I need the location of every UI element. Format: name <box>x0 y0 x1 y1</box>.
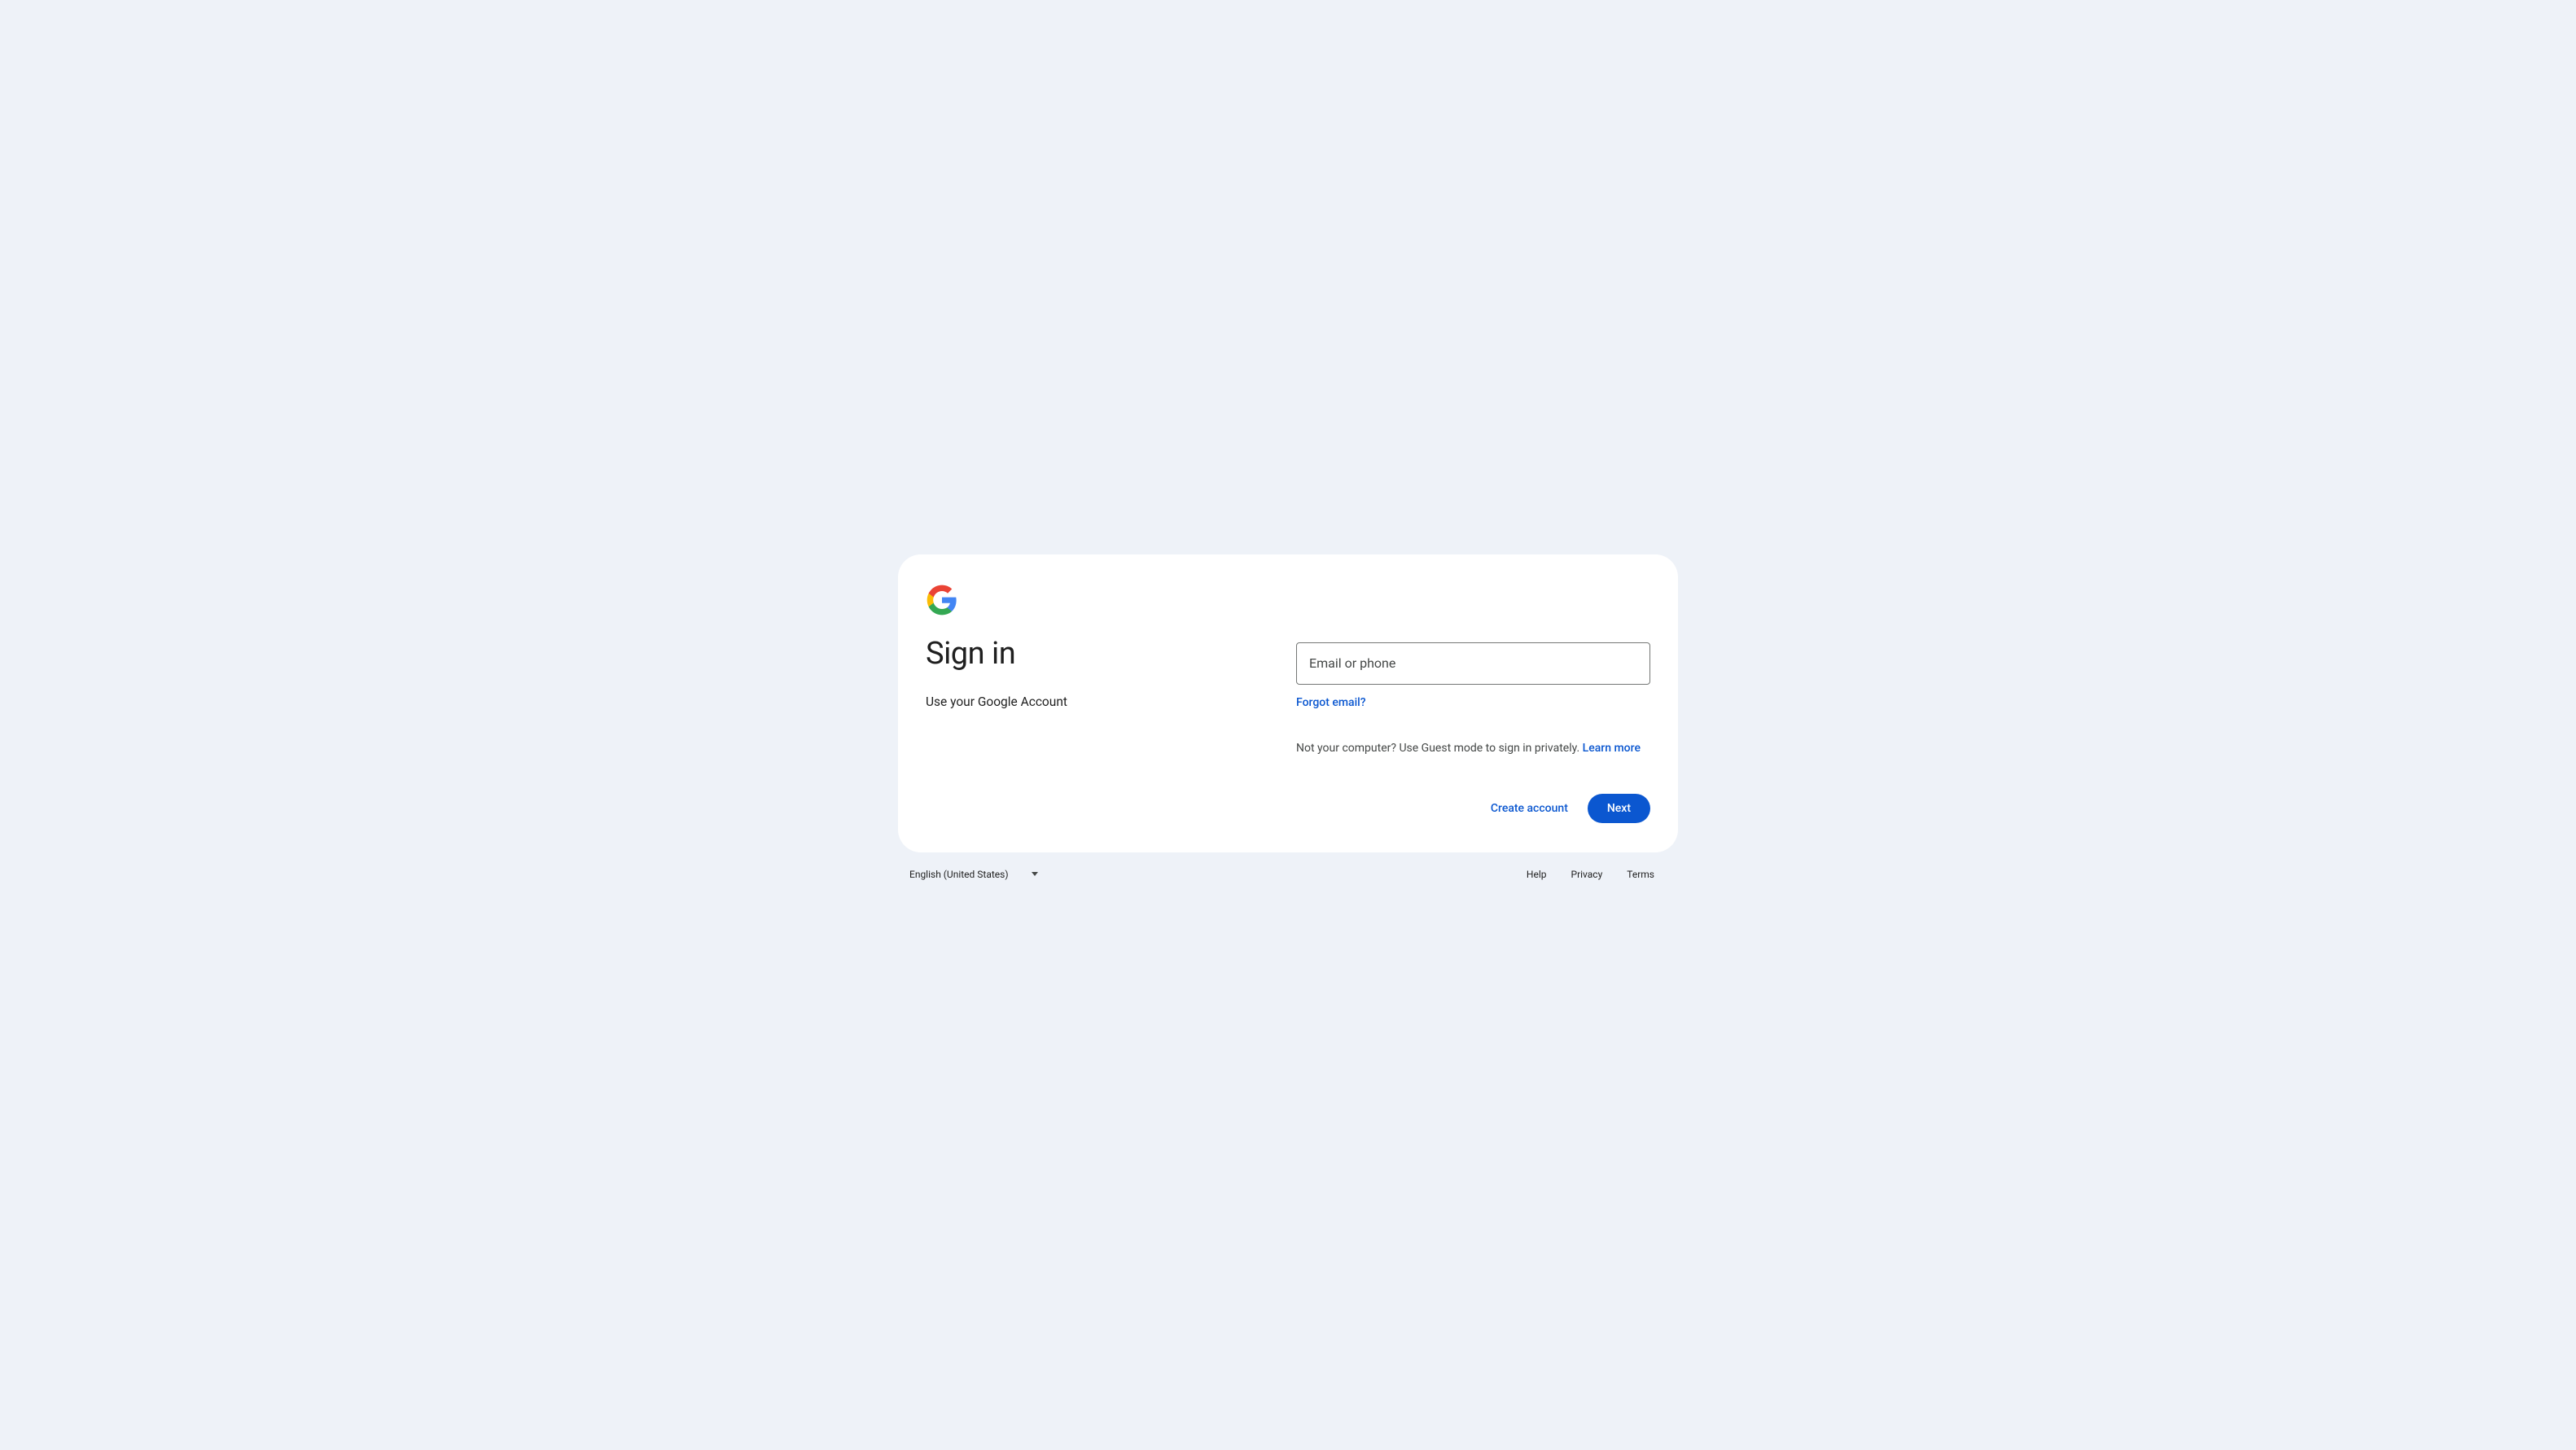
language-label: English (United States) <box>909 869 1009 880</box>
footer-links: Help Privacy Terms <box>1514 862 1667 887</box>
terms-link[interactable]: Terms <box>1614 862 1667 887</box>
google-logo-icon <box>926 584 958 616</box>
privacy-link[interactable]: Privacy <box>1559 862 1615 887</box>
signin-card: Sign in Use your Google Account Forgot e… <box>898 554 1678 852</box>
left-column: Sign in Use your Google Account <box>926 584 1280 823</box>
footer: English (United States) Help Privacy Ter… <box>898 852 1678 896</box>
subtitle: Use your Google Account <box>926 694 1280 709</box>
button-row: Create account Next <box>1296 794 1650 823</box>
page-title: Sign in <box>926 636 1280 672</box>
help-link[interactable]: Help <box>1514 862 1559 887</box>
learn-more-link[interactable]: Learn more <box>1583 742 1641 755</box>
chevron-down-icon <box>1032 872 1038 876</box>
forgot-email-link[interactable]: Forgot email? <box>1296 696 1650 709</box>
right-column: Forgot email? Not your computer? Use Gue… <box>1296 584 1650 823</box>
language-selector[interactable]: English (United States) <box>909 864 1038 885</box>
guest-mode-prefix: Not your computer? Use Guest mode to sig… <box>1296 742 1583 755</box>
email-input[interactable] <box>1296 642 1650 685</box>
next-button[interactable]: Next <box>1588 794 1650 823</box>
guest-mode-text: Not your computer? Use Guest mode to sig… <box>1296 742 1650 755</box>
create-account-button[interactable]: Create account <box>1478 794 1581 823</box>
email-input-container <box>1296 642 1650 685</box>
